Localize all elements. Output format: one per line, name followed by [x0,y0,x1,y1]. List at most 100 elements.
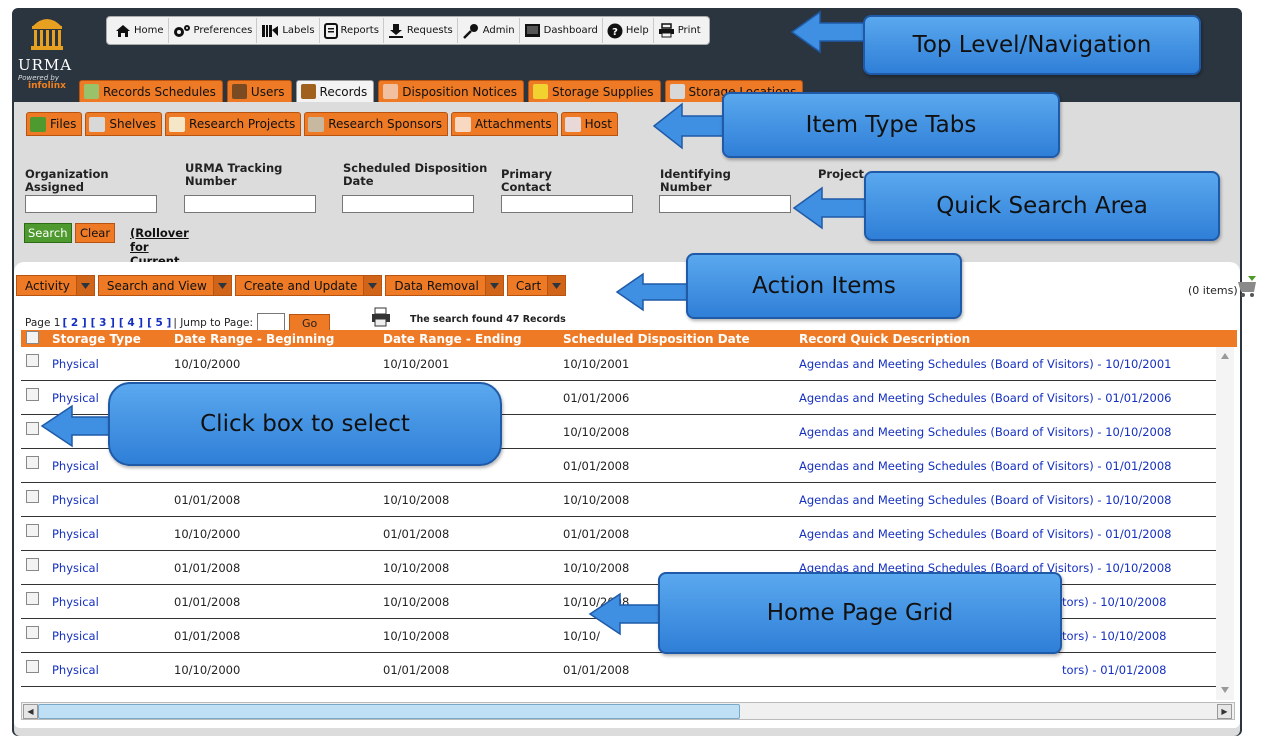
printer-icon[interactable] [370,307,392,327]
scroll-up-icon[interactable] [1221,353,1229,359]
col-scheduled-disposition-date[interactable]: Scheduled Disposition Date [563,332,750,346]
callout-quick-search: Quick Search Area [864,171,1220,241]
action-create-and-update[interactable]: Create and Update [234,275,383,296]
scheduled-disposition-date-input[interactable] [342,195,474,213]
label-identifying-number: Identifying Number [660,167,731,194]
row-checkbox[interactable] [26,490,39,503]
house-icon [116,24,130,37]
horizontal-scrollbar[interactable]: ◀ ▶ [21,702,1235,720]
storage-type-link[interactable]: Physical [52,561,99,575]
callout-arrow-action-items [615,272,694,312]
row-checkbox[interactable] [26,558,39,571]
tab-disposition-notices[interactable]: Disposition Notices [378,80,525,102]
nav-home[interactable]: Home [111,18,169,43]
storage-type-link[interactable]: Physical [52,391,99,405]
main-tabs: Records Schedules Users Records Disposit… [79,80,807,102]
page-link-3[interactable]: [ 3 ] [91,317,115,329]
item-type-tabs: Files Shelves Research Projects Research… [26,112,621,136]
col-date-range-beginning[interactable]: Date Range - Beginning [174,332,334,346]
scrollbar-thumb[interactable] [38,704,740,719]
record-description-link[interactable]: Agendas and Meeting Schedules (Board of … [799,425,1172,439]
nav-reports[interactable]: Reports [320,18,384,43]
top-navigation: Home Preferences Labels Reports Requests… [106,16,710,45]
subtab-attachments[interactable]: Attachments [451,112,558,136]
report-icon [323,22,338,39]
tab-records-schedules[interactable]: Records Schedules [79,80,223,102]
row-checkbox[interactable] [26,592,39,605]
tab-storage-supplies[interactable]: Storage Supplies [528,80,661,102]
storage-type-link[interactable]: Physical [52,663,99,677]
row-checkbox[interactable] [26,388,39,401]
record-description-link[interactable]: tors) - 10/10/2008 [1062,629,1167,643]
row-checkbox[interactable] [26,354,39,367]
storage-type-link[interactable]: Physical [52,357,99,371]
row-checkbox[interactable] [26,626,39,639]
record-description-link[interactable]: Agendas and Meeting Schedules (Board of … [799,357,1172,371]
chevron-down-icon [484,276,503,295]
page-link-5[interactable]: [ 5 ] [147,317,171,329]
scroll-down-icon[interactable] [1221,687,1229,693]
action-cart[interactable]: Cart [506,275,567,296]
scroll-right-icon[interactable]: ▶ [1217,704,1232,719]
row-checkbox[interactable] [26,422,39,435]
search-button[interactable]: Search [24,223,72,243]
scroll-left-icon[interactable]: ◀ [23,704,38,719]
storage-type-link[interactable]: Physical [52,527,99,541]
records-box-icon [300,84,316,99]
chevron-down-icon [363,276,382,295]
subtab-research-sponsors[interactable]: Research Sponsors [304,112,449,136]
clear-button[interactable]: Clear [75,223,116,243]
col-record-quick-description[interactable]: Record Quick Description [799,332,970,346]
select-all-checkbox[interactable] [26,331,39,344]
record-description-link[interactable]: tors) - 01/01/2008 [1062,663,1167,677]
row-checkbox[interactable] [26,660,39,673]
nav-labels[interactable]: Labels [257,18,320,43]
subtab-host[interactable]: Host [560,112,618,136]
row-checkbox[interactable] [26,524,39,537]
users-icon [231,84,247,99]
label-scheduled-disposition-date: Scheduled Disposition Date [343,161,488,188]
record-description-link[interactable]: Agendas and Meeting Schedules (Board of … [799,527,1172,541]
nav-preferences[interactable]: Preferences [169,18,258,43]
record-description-link[interactable]: Agendas and Meeting Schedules (Board of … [799,459,1172,473]
row-checkbox[interactable] [26,456,39,469]
tab-records[interactable]: Records [295,80,375,102]
print-icon [658,23,674,38]
callout-arrow-top-nav [790,10,869,54]
nav-print[interactable]: Print [654,18,705,43]
nav-requests[interactable]: Requests [384,18,458,43]
action-search-and-view[interactable]: Search and View [97,275,232,296]
subtab-files[interactable]: Files [26,112,83,136]
tab-users[interactable]: Users [226,80,292,102]
record-description-link[interactable]: Agendas and Meeting Schedules (Board of … [799,391,1172,405]
record-description-link[interactable]: tors) - 10/10/2008 [1062,595,1167,609]
storage-type-link[interactable]: Physical [52,629,99,643]
action-data-removal[interactable]: Data Removal [385,275,504,296]
nav-dashboard[interactable]: Dashboard [520,18,603,43]
gears-icon [173,24,190,37]
page-link-4[interactable]: [ 4 ] [119,317,143,329]
cart-icon[interactable] [1236,274,1260,298]
nav-help[interactable]: ? Help [603,18,654,43]
page-link-2[interactable]: [ 2 ] [62,317,86,329]
primary-contact-input[interactable] [501,195,633,213]
col-storage-type[interactable]: Storage Type [52,332,141,346]
identifying-number-input[interactable] [659,195,791,213]
nav-admin[interactable]: Admin [458,18,520,43]
vertical-scrollbar[interactable] [1216,347,1234,700]
storage-type-link[interactable]: Physical [52,493,99,507]
help-icon: ? [607,23,623,38]
urma-tracking-number-input[interactable] [184,195,316,213]
host-icon [564,116,581,132]
subtab-research-projects[interactable]: Research Projects [165,112,302,136]
action-activity[interactable]: Activity [16,275,95,296]
storage-type-link[interactable]: Physical [52,595,99,609]
records-found-text: The search found 47 Records [410,314,566,325]
storage-type-link[interactable]: Physical [52,459,99,473]
record-description-link[interactable]: Agendas and Meeting Schedules (Board of … [799,493,1172,507]
organization-assigned-input[interactable] [25,195,157,213]
shelves-icon [89,116,106,132]
subtab-shelves[interactable]: Shelves [85,112,163,136]
svg-text:?: ? [612,27,618,38]
col-date-range-ending[interactable]: Date Range - Ending [383,332,522,346]
